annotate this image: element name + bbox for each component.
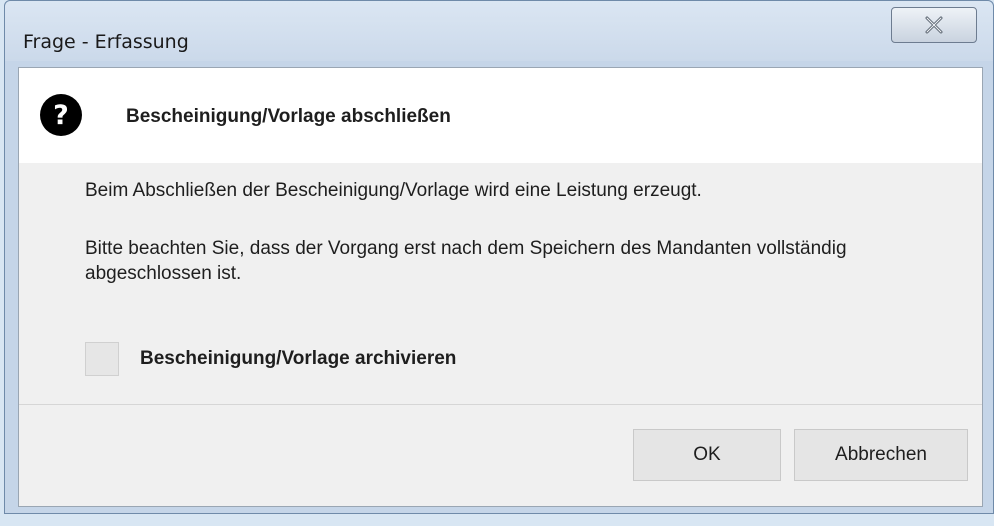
message-line-1: Beim Abschließen der Bescheinigung/Vorla… [85,180,702,201]
dialog-header: ? Bescheinigung/Vorlage abschließen [19,68,982,163]
dialog-body: ? Bescheinigung/Vorlage abschließen Beim… [18,67,983,507]
ok-button[interactable]: OK [633,429,781,481]
archive-checkbox[interactable] [85,342,119,376]
archive-checkbox-label[interactable]: Bescheinigung/Vorlage archivieren [140,348,456,370]
question-icon: ? [40,94,82,136]
divider [19,404,982,405]
dialog-heading: Bescheinigung/Vorlage abschließen [126,106,451,127]
archive-option[interactable]: Bescheinigung/Vorlage archivieren [85,342,456,376]
close-button[interactable] [891,7,977,43]
title-bar[interactable]: Frage - Erfassung [5,1,993,61]
svg-text:?: ? [53,100,69,131]
window-title: Frage - Erfassung [23,31,189,53]
dialog-window: Frage - Erfassung ? Bescheinigung/Vorlag… [4,0,994,514]
message-line-2: Bitte beachten Sie, dass der Vorgang ers… [85,238,847,284]
close-icon [925,16,943,34]
cancel-button[interactable]: Abbrechen [794,429,968,481]
